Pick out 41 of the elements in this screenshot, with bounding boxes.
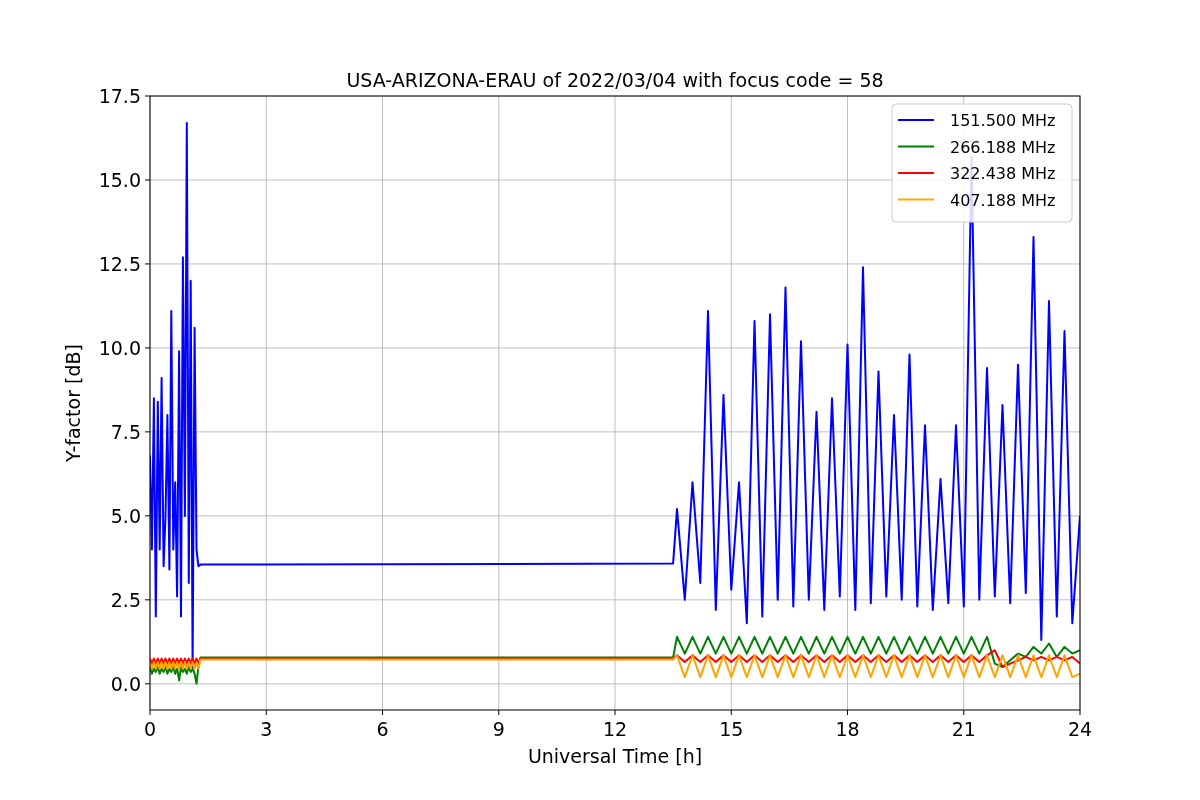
- tick-mark: [144, 263, 151, 265]
- y-tick-label: 7.5: [110, 420, 141, 443]
- y-axis-label: Y-factor [dB]: [62, 344, 84, 462]
- tick-mark: [382, 709, 383, 716]
- x-tick-label: 15: [719, 718, 744, 740]
- y-tick-label: 12.5: [98, 252, 141, 275]
- y-tick-label: 15.0: [98, 168, 141, 191]
- legend-label: 322.438 MHz: [950, 164, 1056, 183]
- tick-mark: [144, 515, 151, 517]
- tick-mark: [1079, 709, 1081, 716]
- x-tick-label: 12: [602, 718, 628, 740]
- y-tick-label: 2.5: [110, 588, 141, 611]
- x-tick-label: 9: [492, 718, 505, 740]
- tick-mark: [730, 709, 732, 716]
- tick-mark: [498, 709, 500, 716]
- legend-label: 407.188 MHz: [950, 190, 1056, 210]
- tick-mark: [614, 709, 616, 716]
- tick-mark: [265, 709, 267, 716]
- tick-mark: [963, 709, 965, 716]
- tick-mark: [144, 599, 151, 601]
- x-tick-label: 3: [260, 718, 273, 740]
- tick-mark: [149, 709, 151, 716]
- x-axis-label: Universal Time [h]: [527, 745, 703, 767]
- y-tick-label: 0.0: [110, 672, 141, 695]
- tick-mark: [144, 347, 151, 349]
- x-tick-label: 18: [835, 718, 860, 740]
- tick-mark: [144, 431, 151, 433]
- legend-label: 151.500 MHz: [950, 111, 1056, 130]
- tick-mark: [144, 95, 151, 97]
- y-tick-label: 17.5: [98, 85, 141, 107]
- chart-title: USA-ARIZONA-ERAU of 2022/03/04 with focus code = 58: [346, 69, 884, 91]
- tick-mark: [847, 709, 848, 716]
- x-tick-label: 0: [143, 718, 157, 740]
- tick-mark: [144, 683, 151, 685]
- tick-mark: [144, 179, 151, 181]
- legend-label: 266.188 MHz: [950, 137, 1056, 157]
- y-tick-label: 5.0: [110, 504, 141, 527]
- x-tick-label: 21: [951, 718, 976, 740]
- x-tick-label: 24: [1067, 718, 1093, 740]
- x-tick-label: 6: [376, 718, 389, 740]
- y-tick-label: 10.0: [98, 336, 141, 359]
